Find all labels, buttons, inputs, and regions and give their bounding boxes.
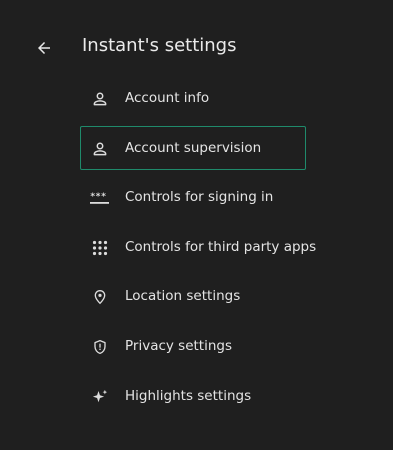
settings-panel: Instant's settings Account info Account … [0,0,393,450]
person-icon [90,90,110,108]
menu-item-label: Controls for signing in [125,189,274,206]
settings-menu: Account info Account supervision *** Con… [80,76,316,423]
page-title: Instant's settings [82,35,237,56]
menu-item-privacy-settings[interactable]: Privacy settings [80,324,306,368]
menu-item-label: Highlights settings [125,387,252,404]
apps-grid-icon [90,239,110,257]
menu-item-label: Privacy settings [125,337,233,354]
back-button[interactable] [30,34,58,62]
shield-icon [90,338,110,356]
menu-item-location-settings[interactable]: Location settings [80,274,306,318]
person-icon [90,140,110,158]
menu-item-account-supervision[interactable]: Account supervision [80,125,306,170]
menu-item-account-info[interactable]: Account info [80,76,306,120]
menu-item-label: Location settings [125,288,241,305]
menu-item-controls-signing-in[interactable]: *** Controls for signing in [80,175,306,219]
menu-item-label: Account info [125,90,210,106]
menu-item-highlights-settings[interactable]: Highlights settings [80,374,306,418]
sparkle-icon [90,388,110,406]
menu-item-controls-third-party-apps[interactable]: Controls for third party apps [80,225,316,269]
arrow-left-icon [38,42,50,54]
header: Instant's settings [0,28,393,68]
menu-item-label: Account supervision [125,139,262,156]
svg-text:***: *** [90,192,106,202]
password-icon: *** [90,189,110,207]
menu-item-label: Controls for third party apps [125,238,317,255]
location-pin-icon [90,288,110,306]
